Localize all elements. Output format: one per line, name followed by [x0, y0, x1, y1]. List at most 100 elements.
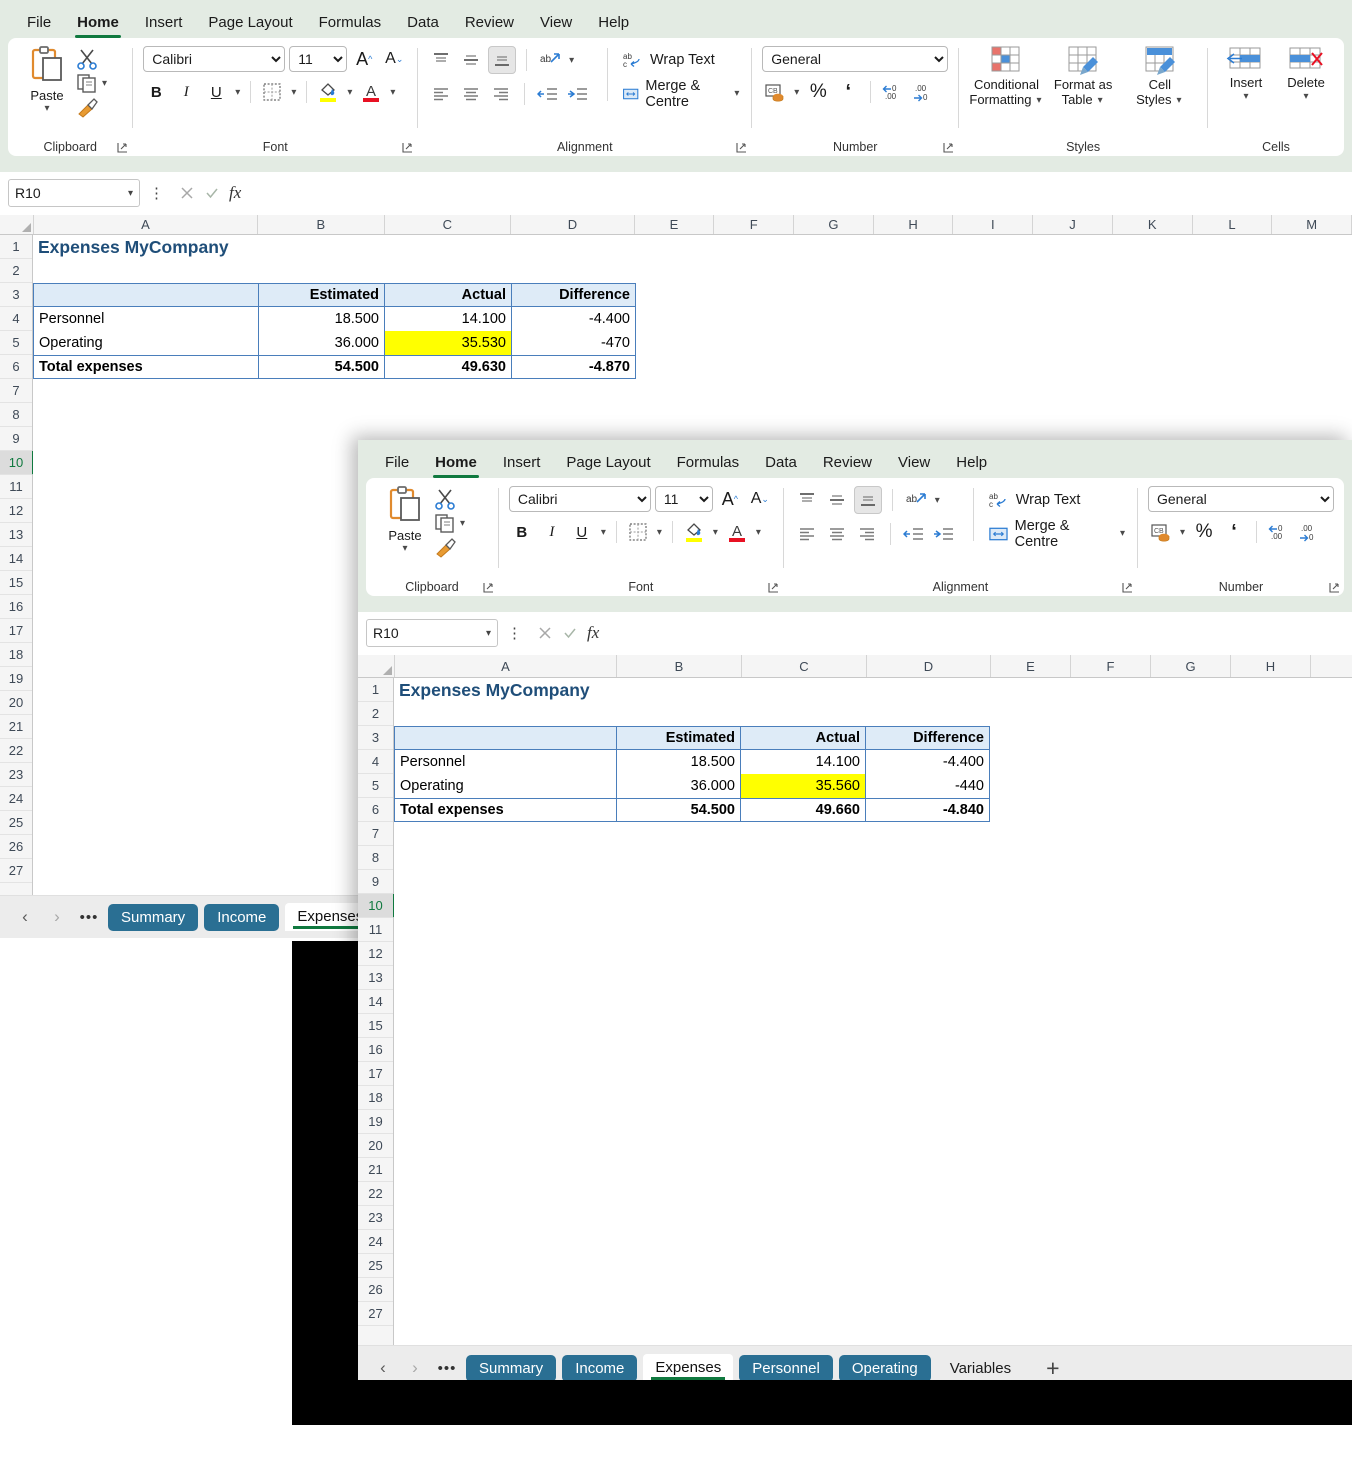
front-cell[interactable]: -4.400 — [866, 750, 990, 774]
front-cell[interactable]: 54.500 — [616, 798, 741, 822]
row-header-3[interactable]: 3 — [358, 726, 393, 750]
decrease-indent-button[interactable] — [535, 81, 561, 107]
fill-color-chevron-down-icon[interactable]: ▾ — [345, 87, 354, 98]
row-header-2[interactable]: 2 — [358, 702, 393, 726]
align-middle-button-front[interactable] — [824, 487, 850, 513]
row-header-16[interactable]: 16 — [0, 595, 32, 619]
font-color-chevron-down-icon[interactable]: ▾ — [754, 527, 763, 538]
row-header-21[interactable]: 21 — [0, 715, 32, 739]
column-header-l[interactable]: L — [1192, 215, 1273, 234]
increase-indent-button[interactable] — [565, 81, 591, 107]
delete-cells-button[interactable]: Delete ▾ — [1278, 44, 1334, 102]
column-header-m[interactable]: M — [1272, 215, 1352, 234]
row-header-19[interactable]: 19 — [0, 667, 32, 691]
back-cell[interactable]: -4.400 — [512, 307, 636, 331]
row-header-5[interactable]: 5 — [358, 774, 393, 798]
column-header-c[interactable]: C — [742, 655, 867, 677]
cell-styles-button[interactable]: Cell Styles ▾ — [1122, 44, 1197, 108]
back-cell[interactable]: Difference — [512, 283, 636, 307]
row-header-18[interactable]: 18 — [0, 643, 32, 667]
accounting-format-button-front[interactable]: CB — [1148, 519, 1174, 545]
row-header-5[interactable]: 5 — [0, 331, 32, 355]
ribbon-tab-help[interactable]: Help — [585, 9, 642, 38]
borders-button[interactable] — [259, 79, 285, 105]
comma-style-button[interactable]: ‘ — [835, 79, 861, 105]
decrease-decimal-button-front[interactable]: .00 0 — [1296, 519, 1322, 545]
row-header-17[interactable]: 17 — [358, 1062, 393, 1086]
merge-centre-button-front[interactable]: Merge & Centre ▾ — [988, 518, 1127, 550]
row-header-21[interactable]: 21 — [358, 1158, 393, 1182]
accounting-chevron-down-icon[interactable]: ▾ — [1178, 527, 1187, 538]
orientation-chevron-down-icon[interactable]: ▾ — [567, 55, 576, 66]
row-header-25[interactable]: 25 — [0, 811, 32, 835]
sheet-nav-next-back[interactable]: › — [44, 907, 70, 927]
sheet-nav-next-front[interactable]: › — [402, 1358, 428, 1378]
italic-button[interactable]: I — [173, 79, 199, 105]
paste-chevron-down-icon[interactable]: ▾ — [400, 543, 409, 554]
row-header-13[interactable]: 13 — [358, 966, 393, 990]
conditional-formatting-button[interactable]: Conditional Formatting ▾ — [969, 44, 1044, 108]
row-header-27[interactable]: 27 — [358, 1302, 393, 1326]
row-header-8[interactable]: 8 — [0, 403, 32, 427]
ribbon-tabs-back[interactable]: File Home Insert Page Layout Formulas Da… — [0, 0, 1352, 38]
alignment-dialog-launcher[interactable] — [736, 142, 747, 153]
row-header-9[interactable]: 9 — [0, 427, 32, 451]
row-header-26[interactable]: 26 — [0, 835, 32, 859]
underline-chevron-down-icon[interactable]: ▾ — [599, 527, 608, 538]
clipboard-dialog-launcher[interactable] — [117, 142, 128, 153]
column-header-i[interactable]: I — [953, 215, 1034, 234]
sheet-tab-summary-back[interactable]: Summary — [108, 903, 199, 931]
row-header-10[interactable]: 10 — [358, 894, 395, 918]
sheet-tab-variables-front[interactable]: Variables — [937, 1355, 1024, 1381]
align-bottom-button[interactable] — [488, 46, 517, 74]
row-header-20[interactable]: 20 — [0, 691, 32, 715]
row-headers-back[interactable]: 1 2 3 4 5 6 7 8 9 10 11 12 13 14 15 16 17 18 19 20 21 22 23 24 2… — [0, 235, 34, 895]
copy-button-front[interactable] — [434, 512, 456, 534]
paste-button-front[interactable]: Paste ▾ — [376, 486, 434, 558]
orientation-button[interactable]: ab — [537, 47, 563, 73]
back-cell[interactable]: 14.100 — [385, 307, 512, 331]
row-header-9[interactable]: 9 — [358, 870, 393, 894]
front-cell[interactable]: Actual — [741, 726, 866, 750]
merge-chevron-down-icon[interactable]: ▾ — [732, 88, 741, 99]
row-header-1[interactable]: 1 — [0, 235, 32, 259]
ribbon-tab-review-front[interactable]: Review — [810, 449, 885, 478]
front-cell[interactable]: Operating — [394, 774, 616, 798]
front-cell[interactable]: Personnel — [394, 750, 616, 774]
bold-button-front[interactable]: B — [509, 519, 535, 545]
spreadsheet-grid-front[interactable]: ABCDEFGH 1 2 3 4 5 6 7 8 9 10 11 12 13 14 15 16 17 18 19 20… — [358, 655, 1352, 1345]
font-family-select-front[interactable]: Calibri — [508, 486, 651, 512]
align-left-button-front[interactable] — [794, 521, 820, 547]
row-header-3[interactable]: 3 — [0, 283, 32, 307]
front-cell[interactable]: 14.100 — [741, 750, 866, 774]
font-color-button[interactable]: A — [358, 79, 384, 105]
cut-button-front[interactable] — [434, 488, 456, 510]
add-sheet-button-front[interactable]: + — [1030, 1355, 1075, 1381]
sheet-nav-more-back[interactable]: ••• — [76, 909, 102, 926]
format-as-table-button[interactable]: Format as Table ▾ — [1046, 44, 1121, 108]
column-header-b[interactable]: B — [617, 655, 742, 677]
format-painter-button-front[interactable] — [434, 536, 458, 558]
sheet-tab-operating-front[interactable]: Operating — [838, 1354, 931, 1380]
row-header-15[interactable]: 15 — [0, 571, 32, 595]
sheet-tab-summary-front[interactable]: Summary — [466, 1354, 557, 1380]
align-center-button[interactable] — [458, 81, 484, 107]
ribbon-tab-data[interactable]: Data — [394, 9, 452, 38]
ribbon-tab-page-layout[interactable]: Page Layout — [195, 9, 305, 38]
row-header-11[interactable]: 11 — [358, 918, 393, 942]
ribbon-tab-formulas-front[interactable]: Formulas — [664, 449, 753, 478]
insert-function-icon[interactable]: fx — [587, 623, 599, 643]
row-header-19[interactable]: 19 — [358, 1110, 393, 1134]
align-top-button[interactable] — [428, 47, 454, 73]
formula-input-front[interactable] — [611, 619, 1346, 647]
formula-more-options-icon-front[interactable]: ⋮ — [504, 624, 525, 642]
format-painter-button[interactable] — [76, 96, 100, 118]
row-header-11[interactable]: 11 — [0, 475, 32, 499]
accounting-format-button[interactable]: CB — [762, 79, 788, 105]
decrease-font-size-button[interactable]: A ⌄ — [381, 46, 407, 72]
sheet-nav-prev-front[interactable]: ‹ — [370, 1358, 396, 1378]
row-header-12[interactable]: 12 — [358, 942, 393, 966]
align-bottom-button-front[interactable] — [853, 486, 882, 514]
underline-button[interactable]: U — [203, 79, 229, 105]
column-headers-front[interactable]: ABCDEFGH — [358, 655, 1352, 678]
